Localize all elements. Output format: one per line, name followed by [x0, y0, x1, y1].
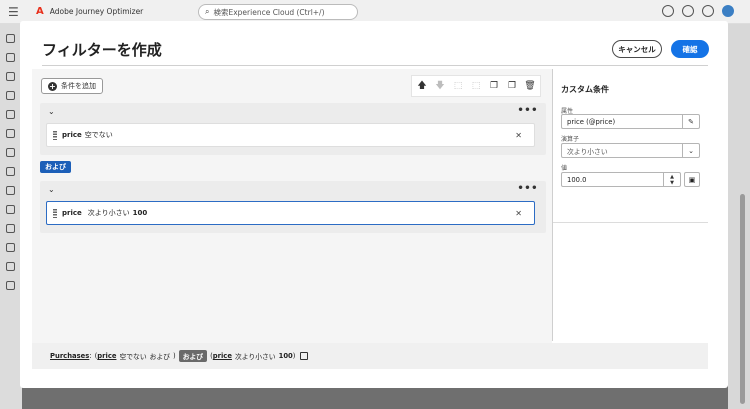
- move-up-icon[interactable]: 🡅: [416, 80, 428, 92]
- summary-operator: 次より小さい: [234, 353, 276, 361]
- condition-workspace: + 条件を追加 🡅 🡇 ⬚ ⬚ ❐ ❐ 🗑 ⌄ ••• price 空でない ✕…: [32, 69, 552, 359]
- attribute-field[interactable]: price (@price) ✎: [561, 114, 700, 129]
- summary-attribute: price: [97, 352, 117, 360]
- segment-icon[interactable]: [6, 186, 15, 195]
- remove-condition-icon[interactable]: ✕: [515, 131, 522, 140]
- hamburger-menu-icon[interactable]: ☰: [8, 5, 22, 19]
- condition-group: ⌄ ••• price 空でない ✕: [40, 103, 546, 155]
- operator-select[interactable]: 次より小さい ⌄: [561, 143, 700, 158]
- summary-collection[interactable]: Purchases: [50, 352, 89, 360]
- condition-attribute: price: [62, 131, 82, 139]
- add-condition-button[interactable]: + 条件を追加: [41, 78, 103, 94]
- summary-colon: :: [89, 352, 92, 360]
- stepper-arrows-icon[interactable]: ▲ ▼: [663, 173, 680, 186]
- condition-toolbar: 🡅 🡇 ⬚ ⬚ ❐ ❐ 🗑: [411, 75, 541, 97]
- value-label: 値: [561, 165, 568, 172]
- content-icon[interactable]: [6, 110, 15, 119]
- search-icon: ⌕: [205, 7, 210, 16]
- condition-operator: 空でない: [84, 131, 113, 139]
- cancel-button[interactable]: キャンセル: [612, 40, 662, 58]
- condition-group: ⌄ ••• price 次より小さい 100 ✕: [40, 181, 546, 233]
- condition-attribute: price: [62, 209, 82, 217]
- nav-icon[interactable]: [6, 167, 15, 176]
- search-placeholder: 検索Experience Cloud (Ctrl+/): [213, 7, 325, 17]
- condition-row[interactable]: price 空でない ✕: [46, 123, 535, 147]
- dataset-icon[interactable]: [6, 243, 15, 252]
- dialog-title: フィルターを作成: [42, 41, 162, 59]
- more-options-icon[interactable]: •••: [517, 105, 538, 116]
- plus-icon: +: [48, 81, 57, 91]
- operator-label: 演算子: [561, 136, 580, 143]
- home-icon[interactable]: [6, 34, 15, 43]
- summary-operator: 空でない: [119, 353, 147, 361]
- chevron-down-icon[interactable]: ⌄: [682, 144, 699, 157]
- operator-value: 次より小さい: [567, 147, 608, 156]
- avatar[interactable]: [722, 5, 734, 17]
- custom-condition-panel: カスタム条件 属性 price (@price) ✎ 演算子 次より小さい ⌄ …: [553, 69, 708, 341]
- adobe-logo-icon: A: [36, 6, 44, 17]
- create-filter-dialog: フィルターを作成 キャンセル 確認 + 条件を追加 🡅 🡇 ⬚ ⬚ ❐ ❐ 🗑 …: [20, 21, 728, 388]
- summary-value: 100: [278, 352, 293, 360]
- left-nav-rail: [0, 24, 22, 409]
- campaign-icon[interactable]: [6, 72, 15, 81]
- nav-icon[interactable]: [6, 262, 15, 271]
- ungroup-icon[interactable]: ⬚: [470, 80, 482, 92]
- drag-handle-icon[interactable]: [53, 208, 57, 218]
- parameter-icon: ▣: [688, 175, 696, 184]
- and-connector[interactable]: および: [40, 161, 71, 173]
- journey-icon[interactable]: [6, 91, 15, 100]
- summary-and-word: および: [149, 353, 171, 361]
- copy-icon[interactable]: [300, 352, 309, 360]
- bell-icon[interactable]: [702, 5, 714, 17]
- edit-icon[interactable]: ✎: [682, 115, 699, 128]
- background-scrollbar[interactable]: [740, 194, 745, 404]
- summary-close-paren: ): [292, 352, 296, 360]
- group-icon[interactable]: ⬚: [452, 80, 464, 92]
- notifications-icon[interactable]: [662, 5, 674, 17]
- remove-condition-icon[interactable]: ✕: [515, 209, 522, 218]
- summary-close-paren: ): [173, 352, 176, 360]
- chevron-down-icon[interactable]: ⌄: [48, 185, 55, 194]
- nav-icon[interactable]: [6, 129, 15, 138]
- attribute-value: price (@price): [567, 117, 616, 126]
- confirm-button[interactable]: 確認: [671, 40, 709, 58]
- title-divider: [42, 65, 708, 66]
- summary-attribute: price: [212, 352, 232, 360]
- help-icon[interactable]: [682, 5, 694, 17]
- value-stepper[interactable]: 100.0 ▲ ▼: [561, 172, 681, 187]
- drag-handle-icon[interactable]: [53, 130, 57, 140]
- chevron-down-icon[interactable]: ⌄: [48, 107, 55, 116]
- panel-bottom-divider: [553, 222, 708, 223]
- condition-row-selected[interactable]: price 次より小さい 100 ✕: [46, 201, 535, 225]
- app-brand[interactable]: A Adobe Journey Optimizer: [36, 6, 143, 17]
- nav-icon[interactable]: [6, 224, 15, 233]
- app-name: Adobe Journey Optimizer: [49, 7, 144, 16]
- filter-summary: Purchases : ( price 空でない および ) および ( pri…: [32, 343, 708, 369]
- duplicate-icon[interactable]: ❐: [488, 80, 500, 92]
- value-input[interactable]: 100.0: [562, 176, 663, 184]
- condition-value: 100: [132, 209, 148, 217]
- copy-icon[interactable]: ❐: [506, 80, 518, 92]
- move-down-icon[interactable]: 🡇: [434, 80, 446, 92]
- more-options-icon[interactable]: •••: [517, 183, 538, 194]
- parameter-button[interactable]: ▣: [684, 172, 700, 187]
- delete-icon[interactable]: 🗑: [524, 80, 536, 92]
- condition-operator: 次より小さい: [87, 209, 130, 217]
- add-condition-label: 条件を追加: [61, 82, 96, 90]
- schema-icon[interactable]: [6, 205, 15, 214]
- nav-icon[interactable]: [6, 53, 15, 62]
- global-search[interactable]: ⌕ 検索Experience Cloud (Ctrl+/): [198, 4, 358, 20]
- header-icons: [662, 5, 734, 17]
- background-content: [728, 24, 750, 409]
- lab-icon[interactable]: [6, 148, 15, 157]
- panel-title: カスタム条件: [561, 85, 609, 94]
- report-icon[interactable]: [6, 281, 15, 290]
- summary-and-pill: および: [178, 350, 208, 362]
